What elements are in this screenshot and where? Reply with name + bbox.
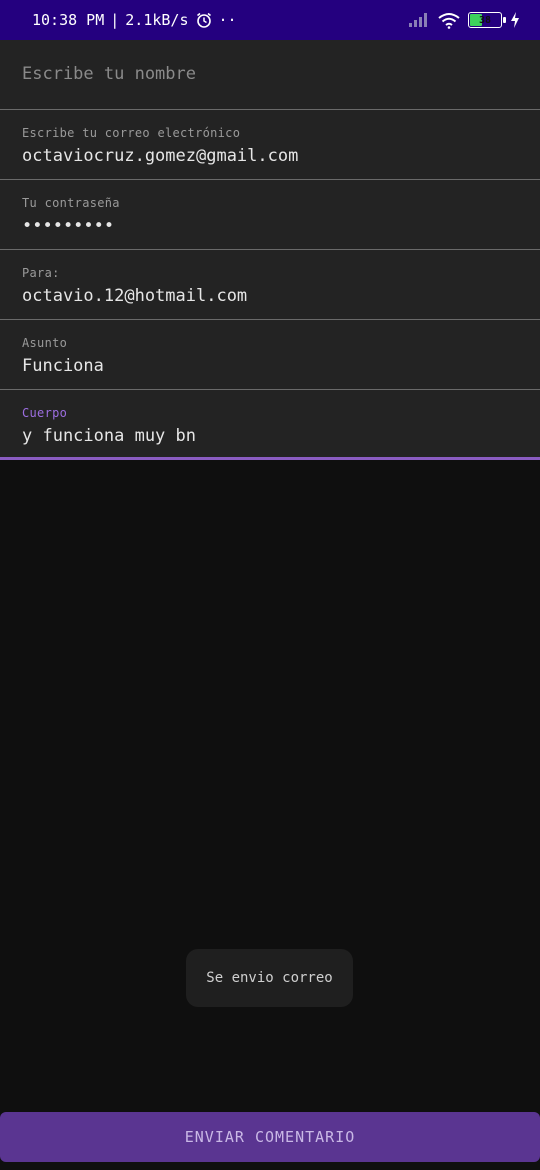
password-field[interactable]: Tu contraseña •••••••••	[0, 180, 540, 250]
toast-message: Se envio correo	[186, 949, 353, 1007]
more-indicator: ··	[218, 11, 237, 29]
body-value: y funciona muy bn	[22, 426, 196, 446]
password-label: Tu contraseña	[22, 196, 120, 210]
status-right: 38	[408, 12, 520, 29]
password-value: •••••••••	[22, 216, 115, 236]
subject-field[interactable]: Asunto Funciona	[0, 320, 540, 390]
charging-icon	[510, 12, 520, 28]
subject-label: Asunto	[22, 336, 68, 350]
wifi-icon	[438, 12, 460, 29]
body-label: Cuerpo	[22, 406, 68, 420]
network-speed: 2.1kB/s	[125, 11, 189, 29]
to-field[interactable]: Para: octavio.12@hotmail.com	[0, 250, 540, 320]
alarm-icon	[195, 11, 213, 29]
signal-icon	[408, 12, 430, 28]
email-form: Escribe tu nombre Escribe tu correo elec…	[0, 40, 540, 460]
status-left: 10:38 PM | 2.1kB/s ··	[32, 11, 237, 29]
subject-value: Funciona	[22, 356, 104, 376]
email-value: octaviocruz.gomez@gmail.com	[22, 146, 299, 166]
battery-level: 38	[478, 14, 492, 26]
battery-cap	[503, 17, 506, 23]
submit-comment-button[interactable]: ENVIAR COMENTARIO	[0, 1112, 540, 1162]
name-placeholder: Escribe tu nombre	[22, 64, 196, 84]
email-label: Escribe tu correo electrónico	[22, 126, 241, 140]
status-separator: |	[110, 11, 120, 29]
name-field[interactable]: Escribe tu nombre	[0, 40, 540, 110]
submit-label: ENVIAR COMENTARIO	[184, 1128, 356, 1146]
email-field[interactable]: Escribe tu correo electrónico octaviocru…	[0, 110, 540, 180]
to-value: octavio.12@hotmail.com	[22, 286, 248, 306]
status-time: 10:38 PM	[32, 11, 105, 29]
battery-icon: 38	[468, 12, 506, 28]
status-bar: 10:38 PM | 2.1kB/s ·· 38	[0, 0, 540, 40]
toast-text: Se envio correo	[206, 970, 333, 986]
body-field[interactable]: Cuerpo y funciona muy bn	[0, 390, 540, 460]
to-label: Para:	[22, 266, 60, 280]
